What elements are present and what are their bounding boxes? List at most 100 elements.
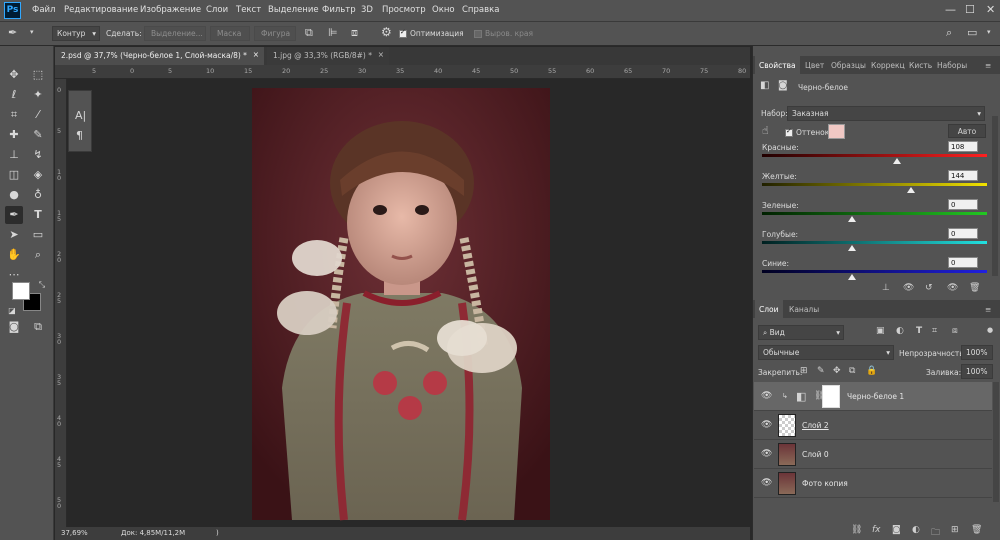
- crop-tool-icon[interactable]: ⌗: [5, 106, 23, 124]
- align-edges-checkbox[interactable]: Выров. края: [474, 29, 533, 38]
- dodge-tool-icon[interactable]: ♁: [29, 186, 47, 204]
- slider-value-input[interactable]: 144: [948, 170, 978, 181]
- slider-value-input[interactable]: 0: [948, 228, 978, 239]
- zoom-level[interactable]: 37,69%: [61, 529, 88, 537]
- layer-name[interactable]: Фото копия: [802, 479, 848, 488]
- new-layer-icon[interactable]: ⊞: [951, 525, 959, 535]
- slider-value-input[interactable]: 0: [948, 257, 978, 268]
- minimize-button[interactable]: —: [945, 3, 956, 16]
- gear-icon[interactable]: ⚙: [381, 25, 392, 39]
- slider-thumb[interactable]: [848, 274, 856, 280]
- maximize-button[interactable]: ☐: [965, 3, 975, 16]
- eraser-tool-icon[interactable]: ◫: [5, 166, 23, 184]
- rectangle-tool-icon[interactable]: ▭: [29, 226, 47, 244]
- tab-presets[interactable]: Наборы: [933, 56, 971, 74]
- delete-layer-icon[interactable]: 🗑: [971, 525, 982, 535]
- pen-tool-icon[interactable]: ✒: [5, 206, 23, 224]
- make-selection-button[interactable]: Выделение...: [144, 26, 206, 41]
- visibility-eye-icon[interactable]: 👁: [761, 449, 772, 459]
- layer-name[interactable]: Черно-белое 1: [847, 392, 904, 401]
- slider-value-input[interactable]: 108: [948, 141, 978, 152]
- tab-channels[interactable]: Каналы: [785, 300, 823, 318]
- foreground-color-swatch[interactable]: [12, 282, 30, 300]
- pen-tool-preset-icon[interactable]: ✒: [8, 26, 17, 39]
- menu-3d[interactable]: 3D: [361, 5, 373, 15]
- search-icon[interactable]: ⌕: [946, 26, 952, 40]
- slider-track[interactable]: [762, 154, 987, 157]
- lock-position-icon[interactable]: ✥: [833, 366, 841, 376]
- close-icon[interactable]: ×: [378, 50, 384, 59]
- document-canvas[interactable]: [67, 79, 750, 527]
- swap-colors-icon[interactable]: ⤡: [33, 276, 51, 294]
- slider-track[interactable]: [762, 183, 987, 186]
- layer-mask-thumbnail[interactable]: [822, 385, 840, 408]
- close-window-button[interactable]: ✕: [986, 3, 995, 16]
- magic-wand-tool-icon[interactable]: ✦: [29, 86, 47, 104]
- hand-tool-icon[interactable]: ✋: [5, 246, 23, 264]
- view-previous-state-icon[interactable]: 👁: [903, 283, 914, 293]
- zoom-tool-icon[interactable]: ⌕: [29, 246, 47, 264]
- tab-layers[interactable]: Слои: [755, 300, 783, 318]
- slider-thumb[interactable]: [848, 245, 856, 251]
- filter-shape-icon[interactable]: ⌗: [932, 326, 937, 336]
- lasso-tool-icon[interactable]: ℓ: [5, 86, 23, 104]
- chevron-down-icon[interactable]: ▾: [30, 28, 34, 36]
- menu-select[interactable]: Выделение: [268, 5, 319, 15]
- slider-track[interactable]: [762, 270, 987, 273]
- layer-filter-select[interactable]: ⌕ Вид ▾: [758, 325, 844, 340]
- lock-transparent-icon[interactable]: ⊞: [800, 366, 808, 376]
- tint-color-swatch[interactable]: [828, 124, 845, 139]
- menu-window[interactable]: Окно: [432, 5, 455, 15]
- menu-image[interactable]: Изображение: [140, 5, 201, 15]
- healing-brush-tool-icon[interactable]: ✚: [5, 126, 23, 144]
- pen-mode-select[interactable]: Контур ▾: [52, 26, 100, 41]
- brush-tool-icon[interactable]: ✎: [29, 126, 47, 144]
- blur-tool-icon[interactable]: ●: [5, 186, 23, 204]
- eyedropper-tool-icon[interactable]: ⁄: [29, 106, 47, 124]
- layer-name[interactable]: Слой 0: [802, 450, 829, 459]
- tab-swatches[interactable]: Образцы: [827, 56, 870, 74]
- slider-track[interactable]: [762, 212, 987, 215]
- make-mask-button[interactable]: Маска: [210, 26, 250, 41]
- filter-adjustment-icon[interactable]: ◐: [896, 326, 904, 336]
- tab-adjustments[interactable]: Коррекц: [867, 56, 909, 74]
- character-panel-icon[interactable]: A|: [75, 109, 86, 122]
- optimization-checkbox[interactable]: Оптимизация: [399, 28, 464, 38]
- screen-mode-icon[interactable]: ⧉: [29, 318, 47, 336]
- clone-stamp-tool-icon[interactable]: ⊥: [5, 146, 23, 164]
- opacity-input[interactable]: 100%: [961, 345, 993, 360]
- layers-scrollbar[interactable]: [993, 382, 999, 502]
- make-shape-button[interactable]: Фигура: [254, 26, 296, 41]
- link-layers-icon[interactable]: ⛓: [851, 525, 862, 535]
- menu-view[interactable]: Просмотр: [382, 5, 426, 15]
- path-selection-tool-icon[interactable]: ➤: [5, 226, 23, 244]
- tint-checkbox[interactable]: Оттенок: [785, 127, 829, 137]
- layer-style-icon[interactable]: fx: [872, 525, 881, 535]
- bw-adjustment-icon[interactable]: ◧: [796, 390, 806, 403]
- visibility-icon[interactable]: 👁: [947, 283, 958, 293]
- tab-brush[interactable]: Кисть: [905, 56, 936, 74]
- mask-icon[interactable]: ◙: [778, 80, 788, 91]
- new-group-icon[interactable]: 🗀: [931, 525, 940, 540]
- filter-toggle[interactable]: ●: [987, 326, 993, 334]
- layer-name[interactable]: Слой 2: [802, 421, 829, 430]
- layer-row-bw-adjustment[interactable]: 👁 ↳ ◧ ⛓ Черно-белое 1: [754, 382, 992, 411]
- filter-pixel-icon[interactable]: ▣: [876, 326, 885, 336]
- paragraph-panel-icon[interactable]: ¶: [76, 129, 83, 142]
- menu-layers[interactable]: Слои: [206, 5, 228, 15]
- menu-filter[interactable]: Фильтр: [322, 5, 356, 15]
- marquee-tool-icon[interactable]: ⬚: [29, 66, 47, 84]
- properties-scrollbar[interactable]: [992, 116, 998, 276]
- path-operations-icon[interactable]: ⧉: [305, 26, 313, 40]
- chevron-down-icon[interactable]: ▾: [987, 28, 991, 36]
- menu-file[interactable]: Файл: [32, 5, 55, 15]
- panel-menu-icon[interactable]: ≡: [981, 300, 995, 318]
- move-tool-icon[interactable]: ✥: [5, 66, 23, 84]
- blend-mode-select[interactable]: Обычные ▾: [758, 345, 894, 360]
- adjustment-layer-icon[interactable]: ◧: [760, 80, 769, 91]
- close-icon[interactable]: ×: [253, 50, 259, 59]
- tab-document-2psd[interactable]: 2.psd @ 37,7% (Черно-белое 1, Слой-маска…: [55, 47, 264, 65]
- path-alignment-icon[interactable]: ⊫: [328, 26, 338, 39]
- tab-properties[interactable]: Свойства: [755, 56, 800, 74]
- lock-image-icon[interactable]: ✎: [817, 366, 825, 376]
